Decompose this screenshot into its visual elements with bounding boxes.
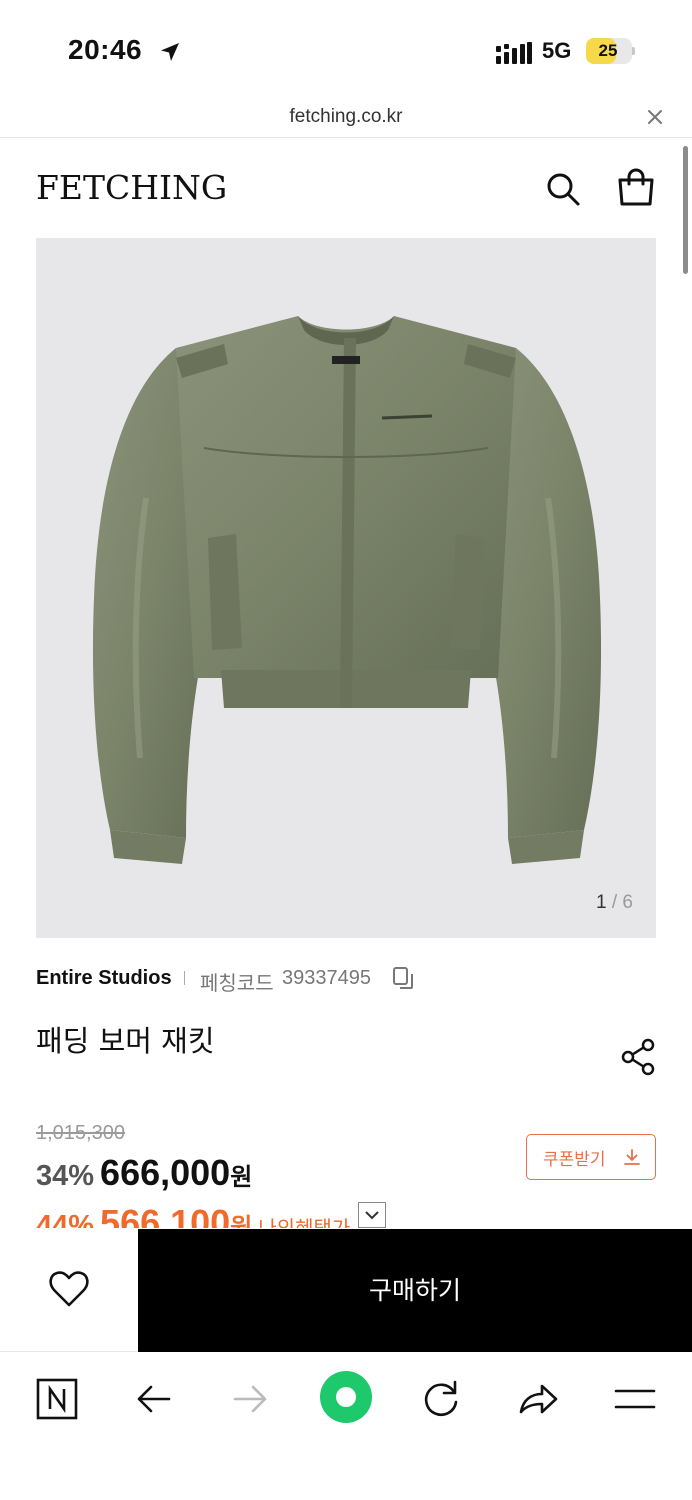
naver-n-icon[interactable]	[30, 1372, 84, 1426]
purchase-bar: 구매하기	[0, 1229, 692, 1352]
buy-button[interactable]: 구매하기	[138, 1229, 692, 1352]
benefit-price: 566,100	[100, 1202, 231, 1228]
image-counter-total: 6	[622, 892, 633, 913]
download-icon	[624, 1149, 640, 1165]
benefit-price-currency: 원	[230, 1214, 253, 1228]
location-arrow-icon	[161, 43, 179, 61]
page-scrollbar[interactable]	[683, 146, 688, 274]
product-code-value: 39337495	[282, 967, 371, 989]
product-image	[92, 316, 602, 864]
brand-link[interactable]: Entire Studios	[36, 967, 172, 990]
image-counter-current: 1	[596, 892, 607, 913]
share-arrow-icon[interactable]	[511, 1372, 565, 1426]
meta-divider	[184, 971, 185, 985]
url-text[interactable]: fetching.co.kr	[0, 106, 692, 128]
product-meta: Entire Studios 페칭코드 39337495	[36, 966, 636, 995]
coupon-button[interactable]: 쿠폰받기	[526, 1134, 656, 1180]
battery-level: 25	[598, 41, 618, 60]
copy-icon[interactable]	[392, 966, 414, 990]
discount-rate: 34%	[36, 1160, 95, 1192]
signal-bars-icon	[496, 42, 532, 64]
product-code-label: 페칭코드	[200, 973, 274, 995]
reload-icon[interactable]	[414, 1372, 468, 1426]
benefit-rate: 44%	[36, 1210, 95, 1228]
back-arrow-icon[interactable]	[127, 1372, 181, 1426]
product-title: 패딩 보머 재킷	[36, 1024, 215, 1058]
coupon-label: 쿠폰받기	[543, 1150, 606, 1170]
green-circle-icon[interactable]	[317, 1368, 375, 1426]
sale-price: 666,000	[100, 1152, 231, 1193]
chevron-down-icon	[365, 1211, 379, 1220]
forward-arrow-icon[interactable]	[223, 1372, 277, 1426]
menu-icon[interactable]	[608, 1372, 662, 1426]
benefit-toggle-button[interactable]	[358, 1202, 387, 1228]
image-counter-separator: /	[611, 892, 618, 913]
status-bar: 20:46 5G 25	[0, 0, 692, 100]
close-icon[interactable]	[644, 106, 666, 128]
share-icon[interactable]	[620, 1038, 658, 1076]
battery-indicator: 25	[586, 38, 632, 64]
status-time: 20:46	[68, 34, 143, 65]
shopping-bag-icon[interactable]	[616, 168, 656, 208]
search-icon[interactable]	[544, 170, 582, 208]
sale-price-row: 34% 666,000원	[36, 1152, 252, 1196]
site-logo[interactable]: FETCHING	[36, 168, 227, 207]
image-counter: 1 / 6	[596, 892, 656, 914]
site-header: FETCHING	[0, 138, 692, 238]
heart-icon	[49, 1271, 89, 1307]
original-price: 1,015,300	[36, 1122, 125, 1144]
sale-price-currency: 원	[230, 1164, 253, 1191]
battery-tip	[632, 47, 635, 55]
network-type: 5G	[542, 38, 572, 63]
url-bar[interactable]: fetching.co.kr	[0, 100, 692, 138]
browser-navigation	[0, 1352, 692, 1500]
benefit-label: 나의혜택가	[258, 1218, 350, 1228]
benefit-price-row[interactable]: 44% 566,100원 나의혜택가	[36, 1202, 456, 1228]
wishlist-button[interactable]	[0, 1229, 138, 1352]
product-image-gallery[interactable]: 1 / 6	[36, 238, 656, 938]
